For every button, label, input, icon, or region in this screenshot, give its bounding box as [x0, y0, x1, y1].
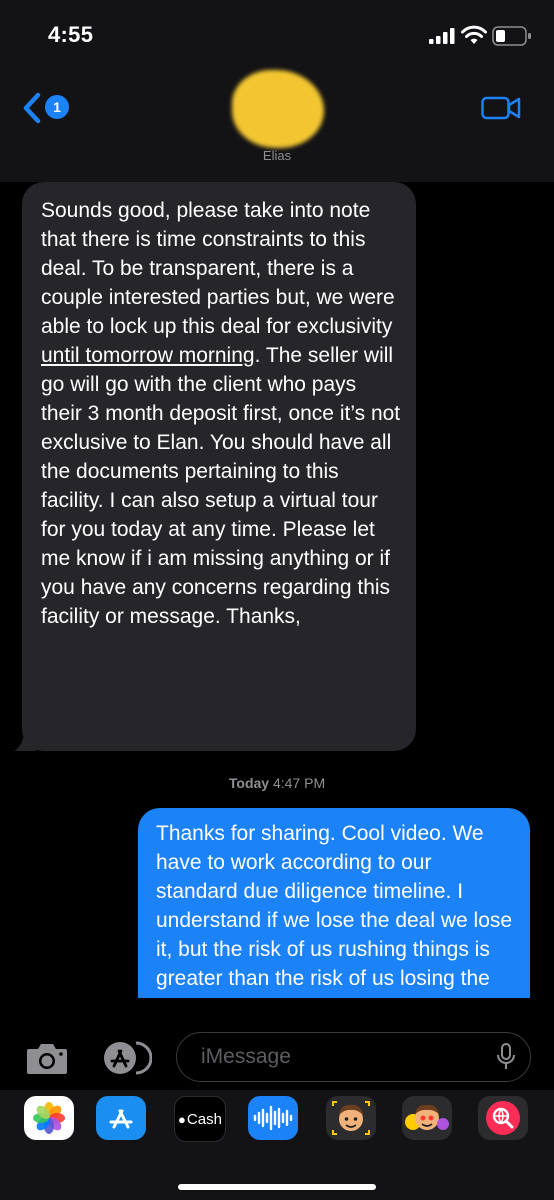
app-store-icon[interactable] [96, 1096, 146, 1140]
camera-icon[interactable] [25, 1040, 69, 1076]
status-time: 4:55 [48, 22, 94, 47]
memoji-icon[interactable] [326, 1096, 376, 1140]
timestamp-time: 4:47 PM [269, 775, 326, 791]
timestamp-day: Today [228, 775, 270, 791]
status-bar: 4:55 [0, 0, 554, 70]
apple-logo-icon: ● [178, 1111, 186, 1127]
microphone-icon[interactable] [496, 1043, 516, 1071]
photos-icon[interactable] [24, 1096, 74, 1140]
unread-count-badge[interactable]: 1 [45, 95, 69, 119]
incoming-message-text-continued: . The seller will go will go with the cl… [41, 344, 401, 628]
bubble-tail [14, 733, 36, 751]
wifi-icon [461, 25, 487, 44]
incoming-message-text: Sounds good, please take into note that … [41, 199, 395, 338]
message-input[interactable]: iMessage [176, 1032, 531, 1082]
audio-message-icon[interactable] [248, 1096, 298, 1140]
facetime-video-icon[interactable] [481, 96, 521, 120]
web-search-icon[interactable] [478, 1096, 528, 1140]
outgoing-message-bubble[interactable]: Thanks for sharing. Cool video. We have … [138, 808, 530, 998]
contact-name[interactable]: Elias [0, 148, 554, 163]
message-input-placeholder: iMessage [201, 1045, 291, 1068]
memoji-stickers-icon[interactable] [402, 1096, 452, 1140]
incoming-message-bubble[interactable]: Sounds good, please take into note that … [14, 182, 416, 751]
contact-avatar[interactable] [232, 70, 324, 148]
apple-cash-label: Cash [186, 1110, 222, 1128]
apple-cash-icon[interactable]: ● Cash [174, 1096, 226, 1142]
home-indicator[interactable] [178, 1184, 376, 1190]
detected-date-link[interactable]: until tomorrow morning [41, 344, 255, 367]
battery-icon [492, 26, 531, 46]
cellular-signal-icon [429, 28, 455, 44]
outgoing-message-text: Thanks for sharing. Cool video. We have … [156, 822, 513, 998]
app-store-drawer-icon[interactable] [98, 1040, 152, 1076]
message-timestamp: Today 4:47 PM [0, 775, 554, 791]
